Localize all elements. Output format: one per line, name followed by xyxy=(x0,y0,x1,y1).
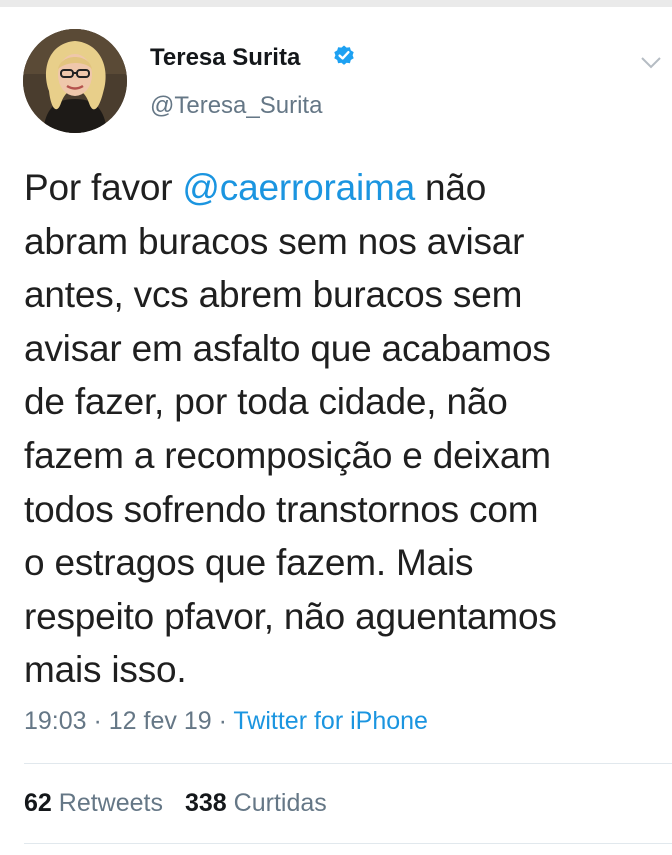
tweet-line: antes, vcs abrem buracos sem xyxy=(24,274,523,316)
tweet-line: abram buracos sem nos avisar xyxy=(24,220,525,262)
tweet-line: de fazer, por toda cidade, não xyxy=(24,381,508,423)
handle[interactable]: @Teresa_Surita xyxy=(150,92,322,120)
avatar-image xyxy=(23,29,127,133)
tweet-line: mais isso. xyxy=(24,649,187,691)
tweet-card: Teresa Surita @Teresa_Surita Por favor @… xyxy=(0,7,672,855)
tweet-line: todos sofrendo transtornos com xyxy=(24,488,539,530)
meta-separator: · xyxy=(211,707,234,735)
divider xyxy=(24,843,672,844)
tweet-date[interactable]: 12 fev 19 xyxy=(109,707,212,735)
meta-separator: · xyxy=(86,707,109,735)
tweet-stats: 62 Retweets 338 Curtidas xyxy=(24,789,327,818)
verified-badge-icon xyxy=(334,45,354,65)
mention-link[interactable]: @caerroraima xyxy=(182,167,415,208)
chevron-down-icon[interactable] xyxy=(640,55,662,71)
avatar[interactable] xyxy=(23,29,127,133)
retweets-count: 62 xyxy=(24,789,52,817)
tweet-line: o estragos que fazem. Mais xyxy=(24,542,474,584)
top-divider xyxy=(0,0,672,7)
tweet-text-segment: não xyxy=(414,167,487,208)
likes-label: Curtidas xyxy=(233,789,327,817)
tweet-line: avisar em asfalto que acabamos xyxy=(24,327,551,369)
tweet-line: Por favor @caerroraima não xyxy=(24,161,664,215)
tweet-source-link[interactable]: Twitter for iPhone xyxy=(233,707,428,735)
tweet-text: Por favor @caerroraima não abram buracos… xyxy=(24,161,664,697)
tweet-time[interactable]: 19:03 xyxy=(24,707,87,735)
likes-stat[interactable]: 338 Curtidas xyxy=(185,789,327,817)
retweets-label: Retweets xyxy=(58,789,163,817)
tweet-line: respeito pfavor, não aguentamos xyxy=(24,595,557,637)
likes-count: 338 xyxy=(184,789,227,817)
tweet-line: fazem a recomposição e deixam xyxy=(24,434,551,476)
tweet-meta: 19:03 · 12 fev 19 · Twitter for iPhone xyxy=(24,707,428,736)
retweets-stat[interactable]: 62 Retweets xyxy=(24,789,163,817)
tweet-text-segment: Por favor xyxy=(24,167,183,208)
display-name[interactable]: Teresa Surita xyxy=(150,44,300,72)
divider xyxy=(24,763,672,764)
